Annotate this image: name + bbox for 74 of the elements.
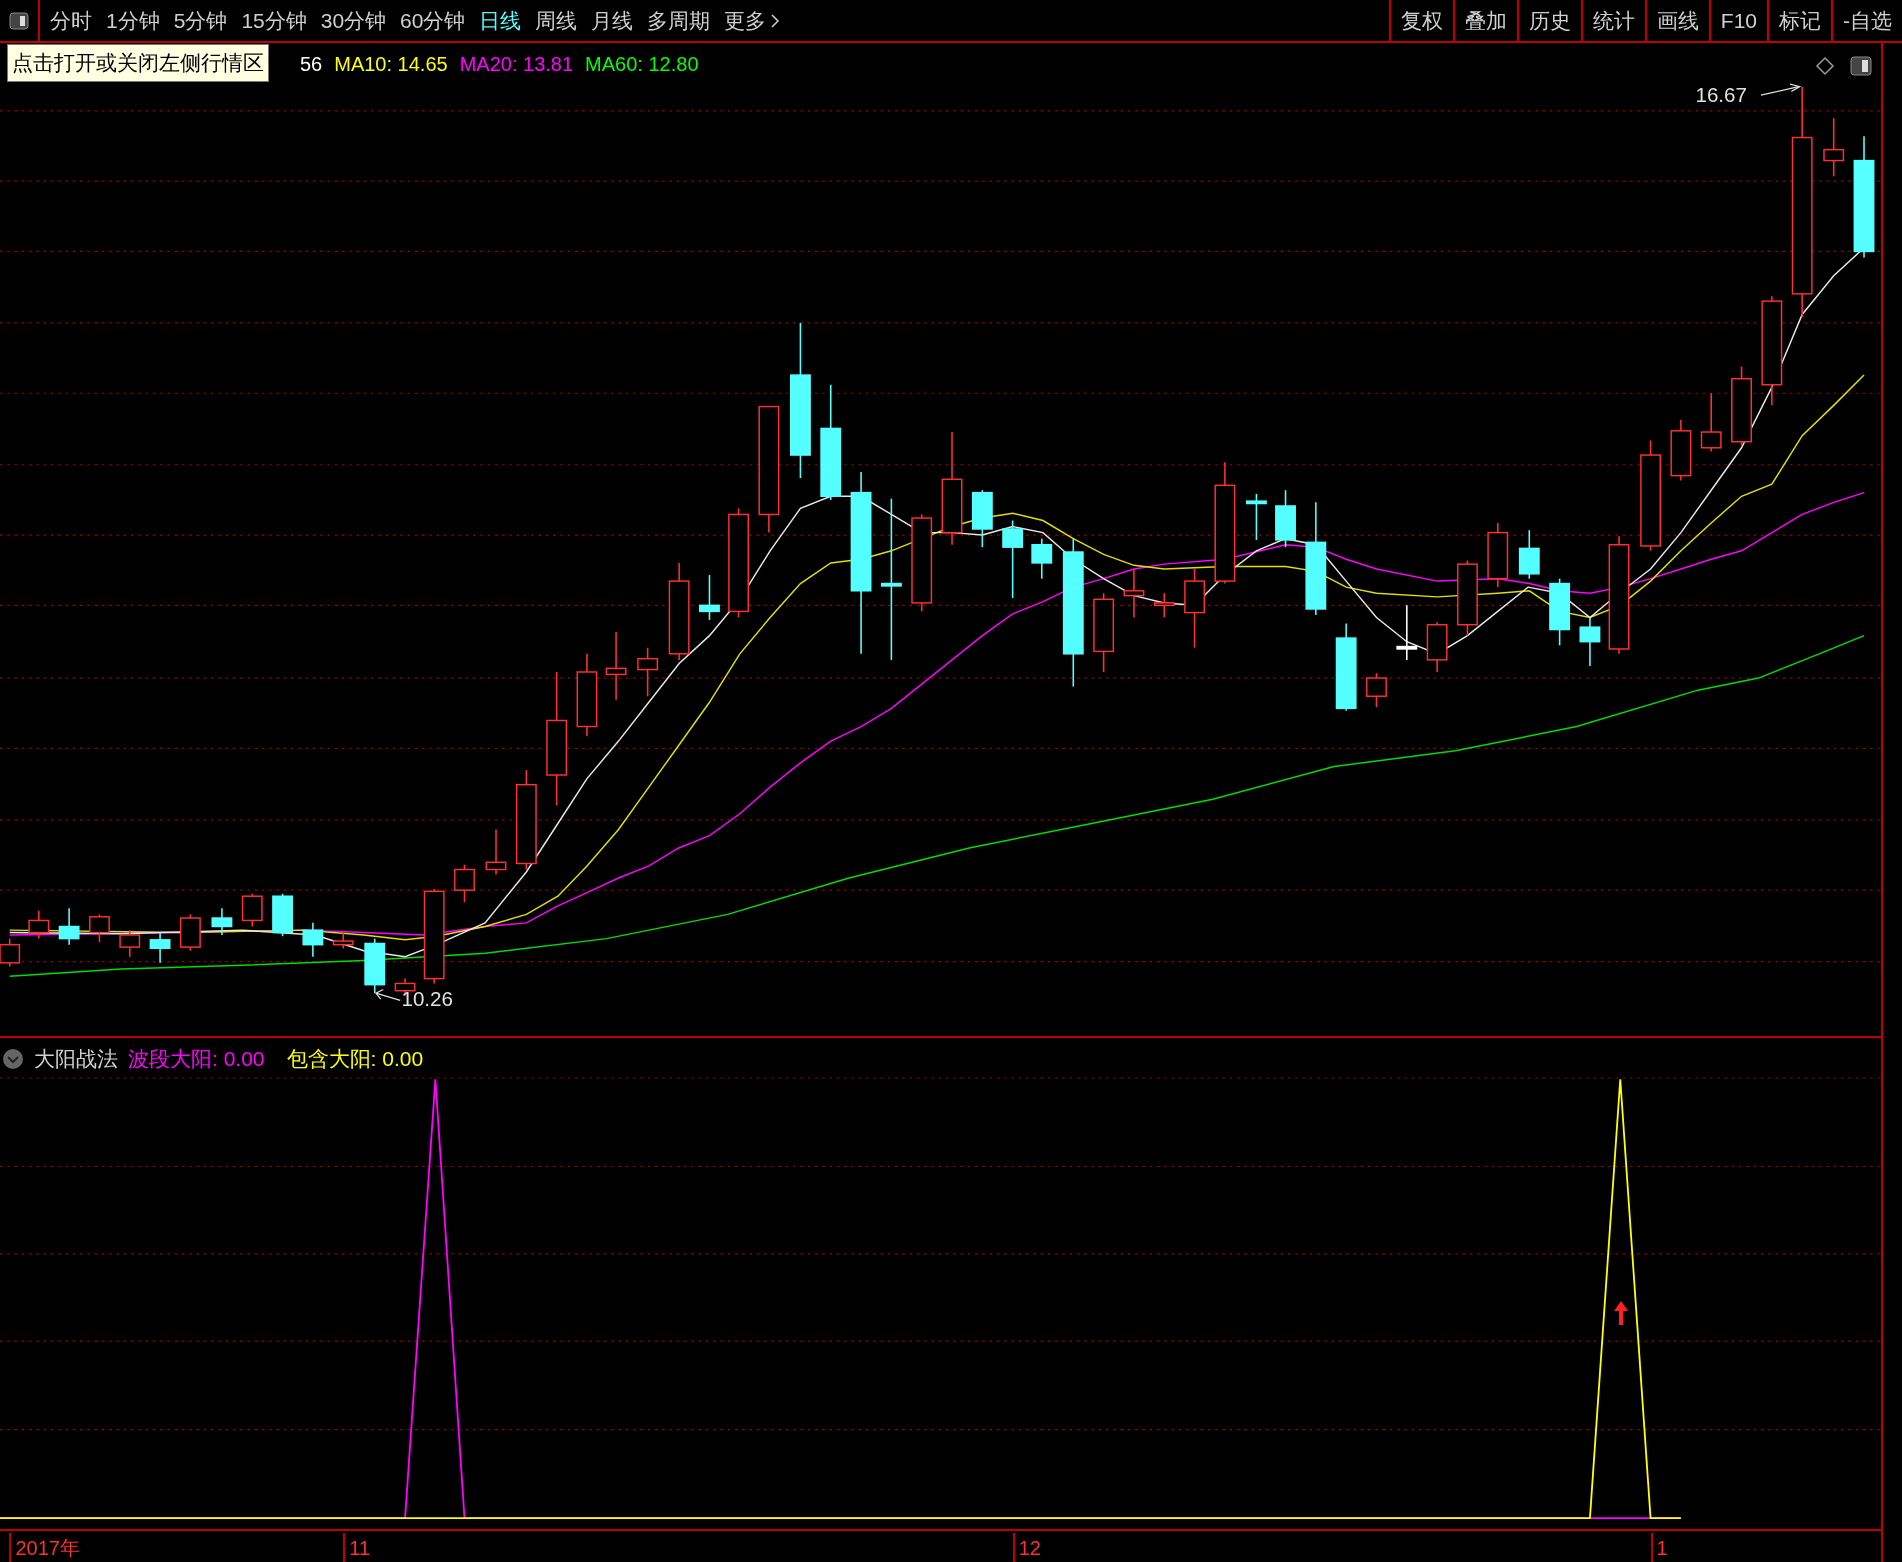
period-tab[interactable]: 15分钟 [241,4,307,37]
axis-label: 11 [343,1533,371,1562]
candlestick [699,574,720,621]
candlestick [179,913,201,952]
candlestick [454,863,475,904]
candlestick [1823,117,1845,178]
tool-button[interactable]: 统计 [1580,0,1645,41]
candlestick [1487,522,1509,588]
collapse-icon[interactable] [2,1047,24,1070]
candlestick [241,893,263,928]
tool-button[interactable]: 标记 [1767,0,1831,41]
candlestick [1153,592,1175,619]
tool-button[interactable]: F10 [1708,0,1767,41]
legend-value: 56 [300,52,323,77]
up-arrow-icon [1613,1301,1629,1325]
candlestick [1700,392,1722,453]
tool-button[interactable]: 复权 [1388,0,1453,41]
arrow-icon [1760,83,1802,96]
low-price-label: 10.26 [401,987,453,1011]
candlestick [1031,537,1053,580]
period-tab[interactable]: 周线 [535,4,578,37]
diamond-icon[interactable] [1815,56,1835,76]
tool-button[interactable]: 历史 [1516,0,1581,41]
axis-label: 2017年 [9,1533,80,1562]
candlestick [1246,493,1267,541]
legend-value: MA10: 14.65 [334,52,448,77]
period-tab[interactable]: 60分钟 [400,4,466,37]
candlestick [89,913,110,944]
period-tab[interactable]: 月线 [591,4,634,37]
candlestick [211,907,233,936]
candlestick [272,893,293,937]
candlestick [1579,616,1601,667]
candlestick [637,646,659,697]
period-tab[interactable]: 5分钟 [173,4,228,37]
more-button[interactable]: 更多 [724,4,781,37]
axis-label: 1 [1650,1533,1668,1562]
legend-value: MA20: 13.81 [459,52,574,77]
period-tab[interactable]: 分时 [50,4,92,37]
candlestick [1670,419,1692,482]
high-price-label: 16.67 [1695,83,1747,107]
tool-button[interactable]: -自选 [1831,0,1902,41]
period-tab[interactable]: 30分钟 [320,4,387,37]
period-tab[interactable]: 1分钟 [106,4,160,37]
candlestick [1366,672,1387,708]
chevron-right-icon [770,12,781,29]
candlestick [149,931,171,964]
candlestick [58,907,80,946]
tool-button[interactable]: 叠加 [1452,0,1517,41]
candlestick [1549,577,1571,647]
candlestick [28,909,50,940]
indicator-value: 波段大阳: 0.00 [128,1046,265,1072]
candlestick [1123,568,1145,619]
candlestick [971,489,993,548]
candlestick [332,931,354,950]
indicator-title: 大阳战法 [34,1046,118,1072]
tooltip: 点击打开或关闭左侧行情区 [7,44,269,82]
candlestick [1426,621,1448,673]
legend-value: MA60: 12.80 [585,52,699,77]
panel-toggle-icon[interactable] [9,11,29,30]
arrow-icon [375,988,401,1002]
candlestick [1275,489,1296,548]
period-tab[interactable]: 日线 [479,4,522,37]
candlestick [1518,529,1540,580]
candlestick [485,828,507,876]
panel-toggle-icon[interactable] [1850,56,1872,76]
period-tab[interactable]: 多周期 [647,4,711,37]
candlestick [364,937,386,994]
tool-button[interactable]: 画线 [1644,0,1709,41]
candlestick [119,929,141,958]
candlestick [1396,604,1418,661]
candlestick [605,631,627,701]
indicator-value: 包含大阳: 0.00 [286,1046,424,1072]
axis-label: 12 [1012,1533,1041,1562]
candlestick [302,922,324,958]
